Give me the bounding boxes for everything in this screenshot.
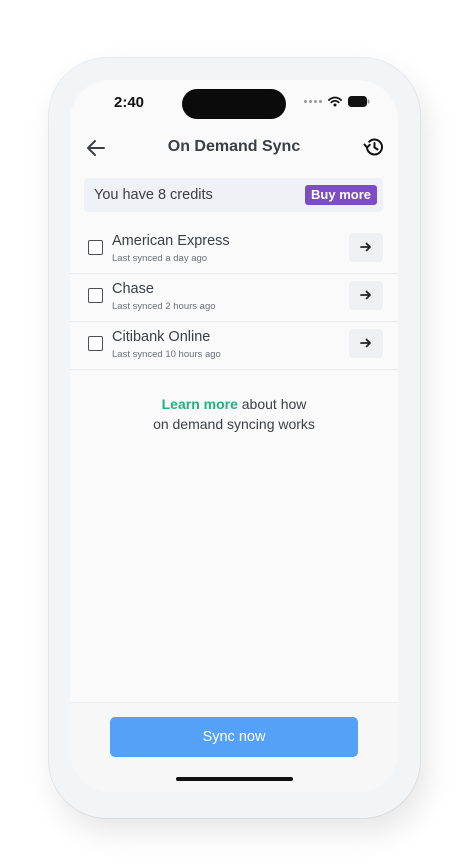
info-line-1: Learn more about how [70,394,398,414]
account-detail-button[interactable] [349,329,383,358]
learn-more-link[interactable]: Learn more [162,396,238,412]
account-row: Chase Last synced 2 hours ago [70,274,398,322]
status-bar: 2:40 [70,80,398,126]
history-button[interactable] [362,135,386,159]
arrow-right-icon [360,242,371,252]
last-synced-text: Last synced a day ago [112,253,208,264]
signal-dots-icon [304,100,322,103]
account-name: Chase [112,281,154,297]
last-synced-text: Last synced 10 hours ago [112,349,221,360]
account-row: Citibank Online Last synced 10 hours ago [70,322,398,370]
account-row: American Express Last synced a day ago [70,226,398,274]
home-indicator [176,777,293,781]
bottom-action-bar: Sync now [70,702,398,792]
account-checkbox[interactable] [88,336,103,351]
account-checkbox[interactable] [88,288,103,303]
info-line-2: on demand syncing works [153,416,315,432]
account-name: Citibank Online [112,329,211,345]
navigation-bar: On Demand Sync [70,128,398,168]
account-detail-button[interactable] [349,281,383,310]
account-detail-button[interactable] [349,233,383,262]
buy-more-button[interactable]: Buy more [305,185,377,205]
page-title: On Demand Sync [167,138,301,155]
info-text: about how [237,396,307,412]
last-synced-text: Last synced 2 hours ago [112,301,216,312]
credits-banner: You have 8 credits Buy more [84,178,383,212]
app-screen: 2:40 On Demand Sync You have 8 credits B… [70,80,398,792]
sync-now-button[interactable]: Sync now [110,717,358,757]
wifi-icon [328,96,342,107]
learn-more-info: Learn more about how on demand syncing w… [70,394,398,434]
arrow-right-icon [360,290,371,300]
account-list: American Express Last synced a day ago C… [70,226,398,370]
account-name: American Express [112,233,230,249]
battery-icon [348,96,370,107]
account-checkbox[interactable] [88,240,103,255]
history-icon [363,138,383,156]
dynamic-island [182,89,286,119]
status-time: 2:40 [114,94,145,111]
status-icons [304,96,370,107]
credits-text: You have 8 credits [94,187,213,203]
arrow-right-icon [360,338,371,348]
